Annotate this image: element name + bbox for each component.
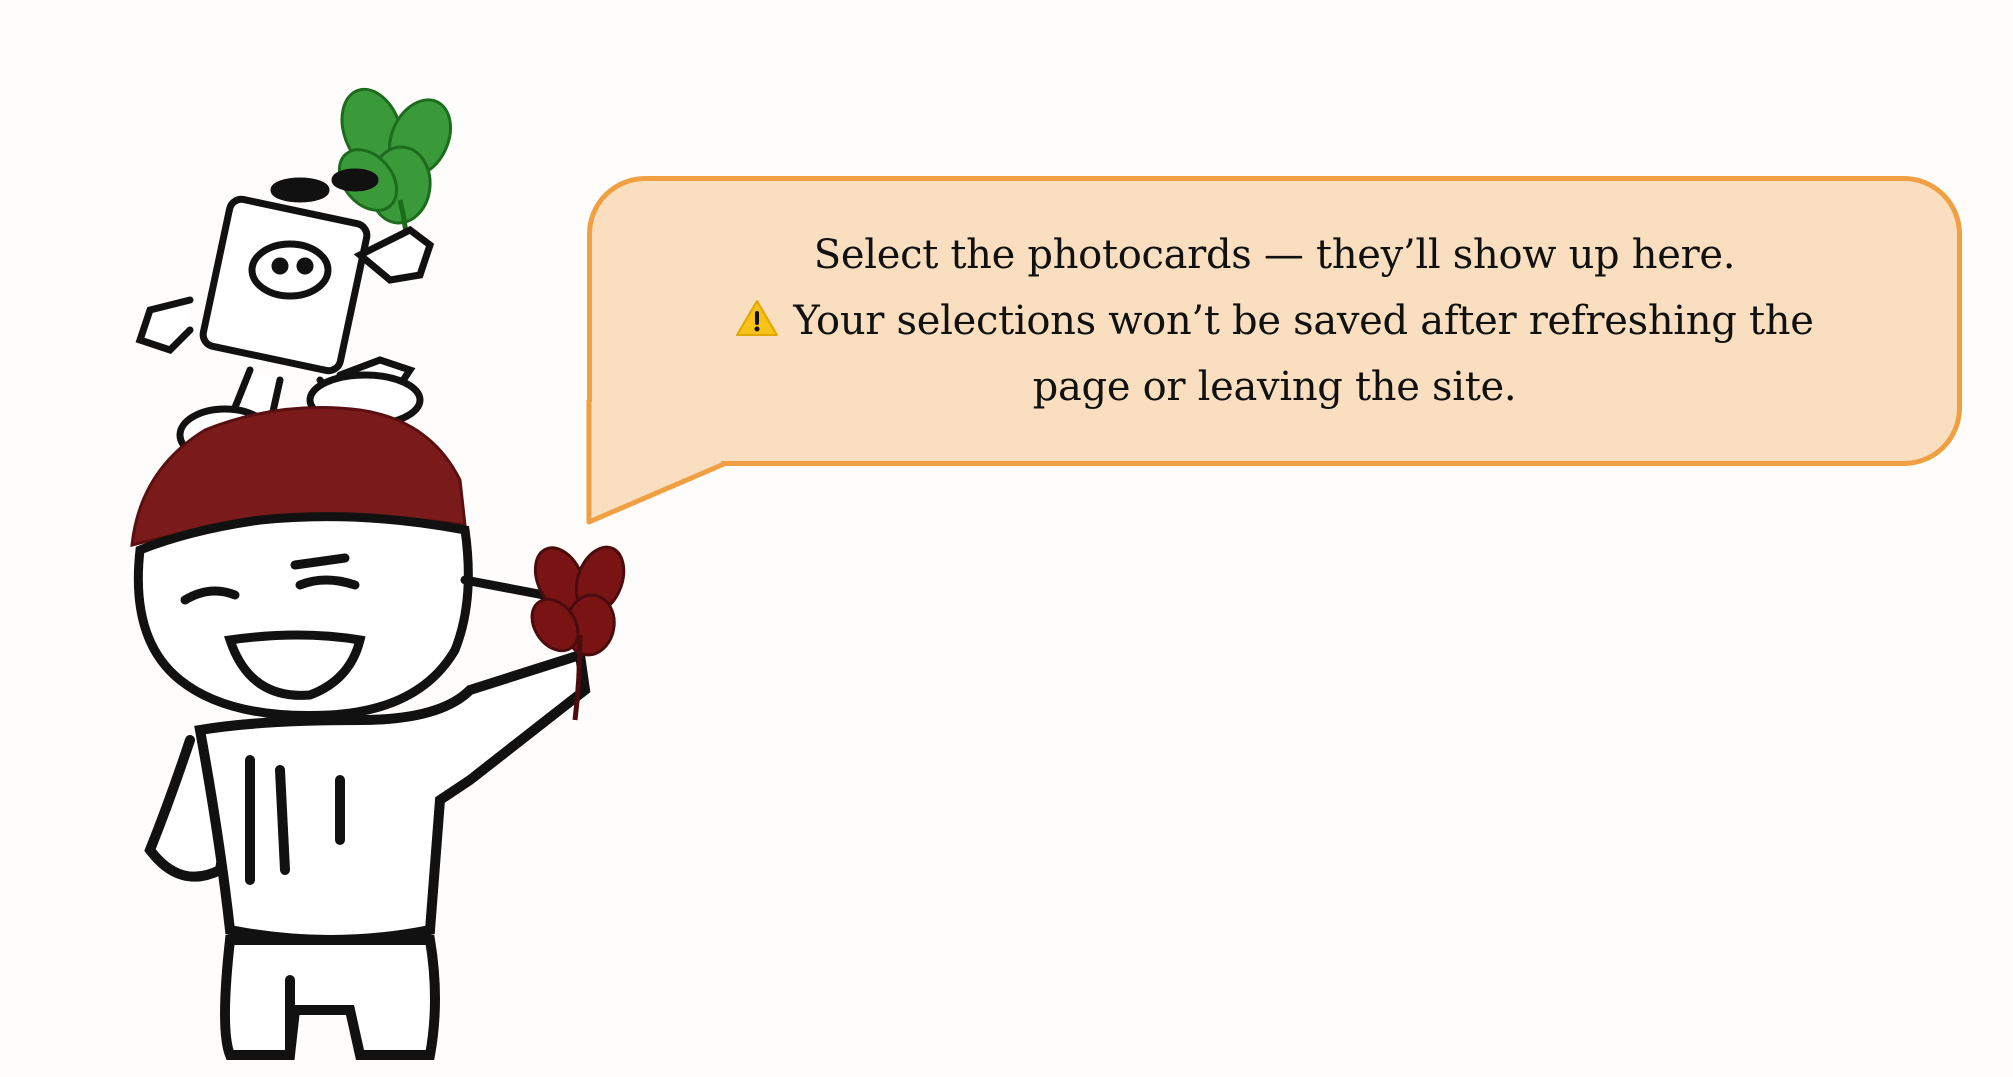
speech-bubble-text: Select the photocards — they’ll show up … [735,222,1814,420]
speech-bubble-tail [586,400,725,525]
warning-text: Your selections won’t be saved after ref… [793,298,1814,344]
warning-triangle-icon [736,300,779,336]
speech-bubble: Select the photocards — they’ll show up … [587,176,1962,466]
instruction-line: Select the photocards — they’ll show up … [813,232,1736,278]
warning-line: Your selections won’t be saved after ref… [735,288,1814,354]
page: Select the photocards — they’ll show up … [0,0,2013,1077]
warning-line-continued: page or leaving the site. [1032,364,1517,410]
boy-body [144,648,591,1060]
